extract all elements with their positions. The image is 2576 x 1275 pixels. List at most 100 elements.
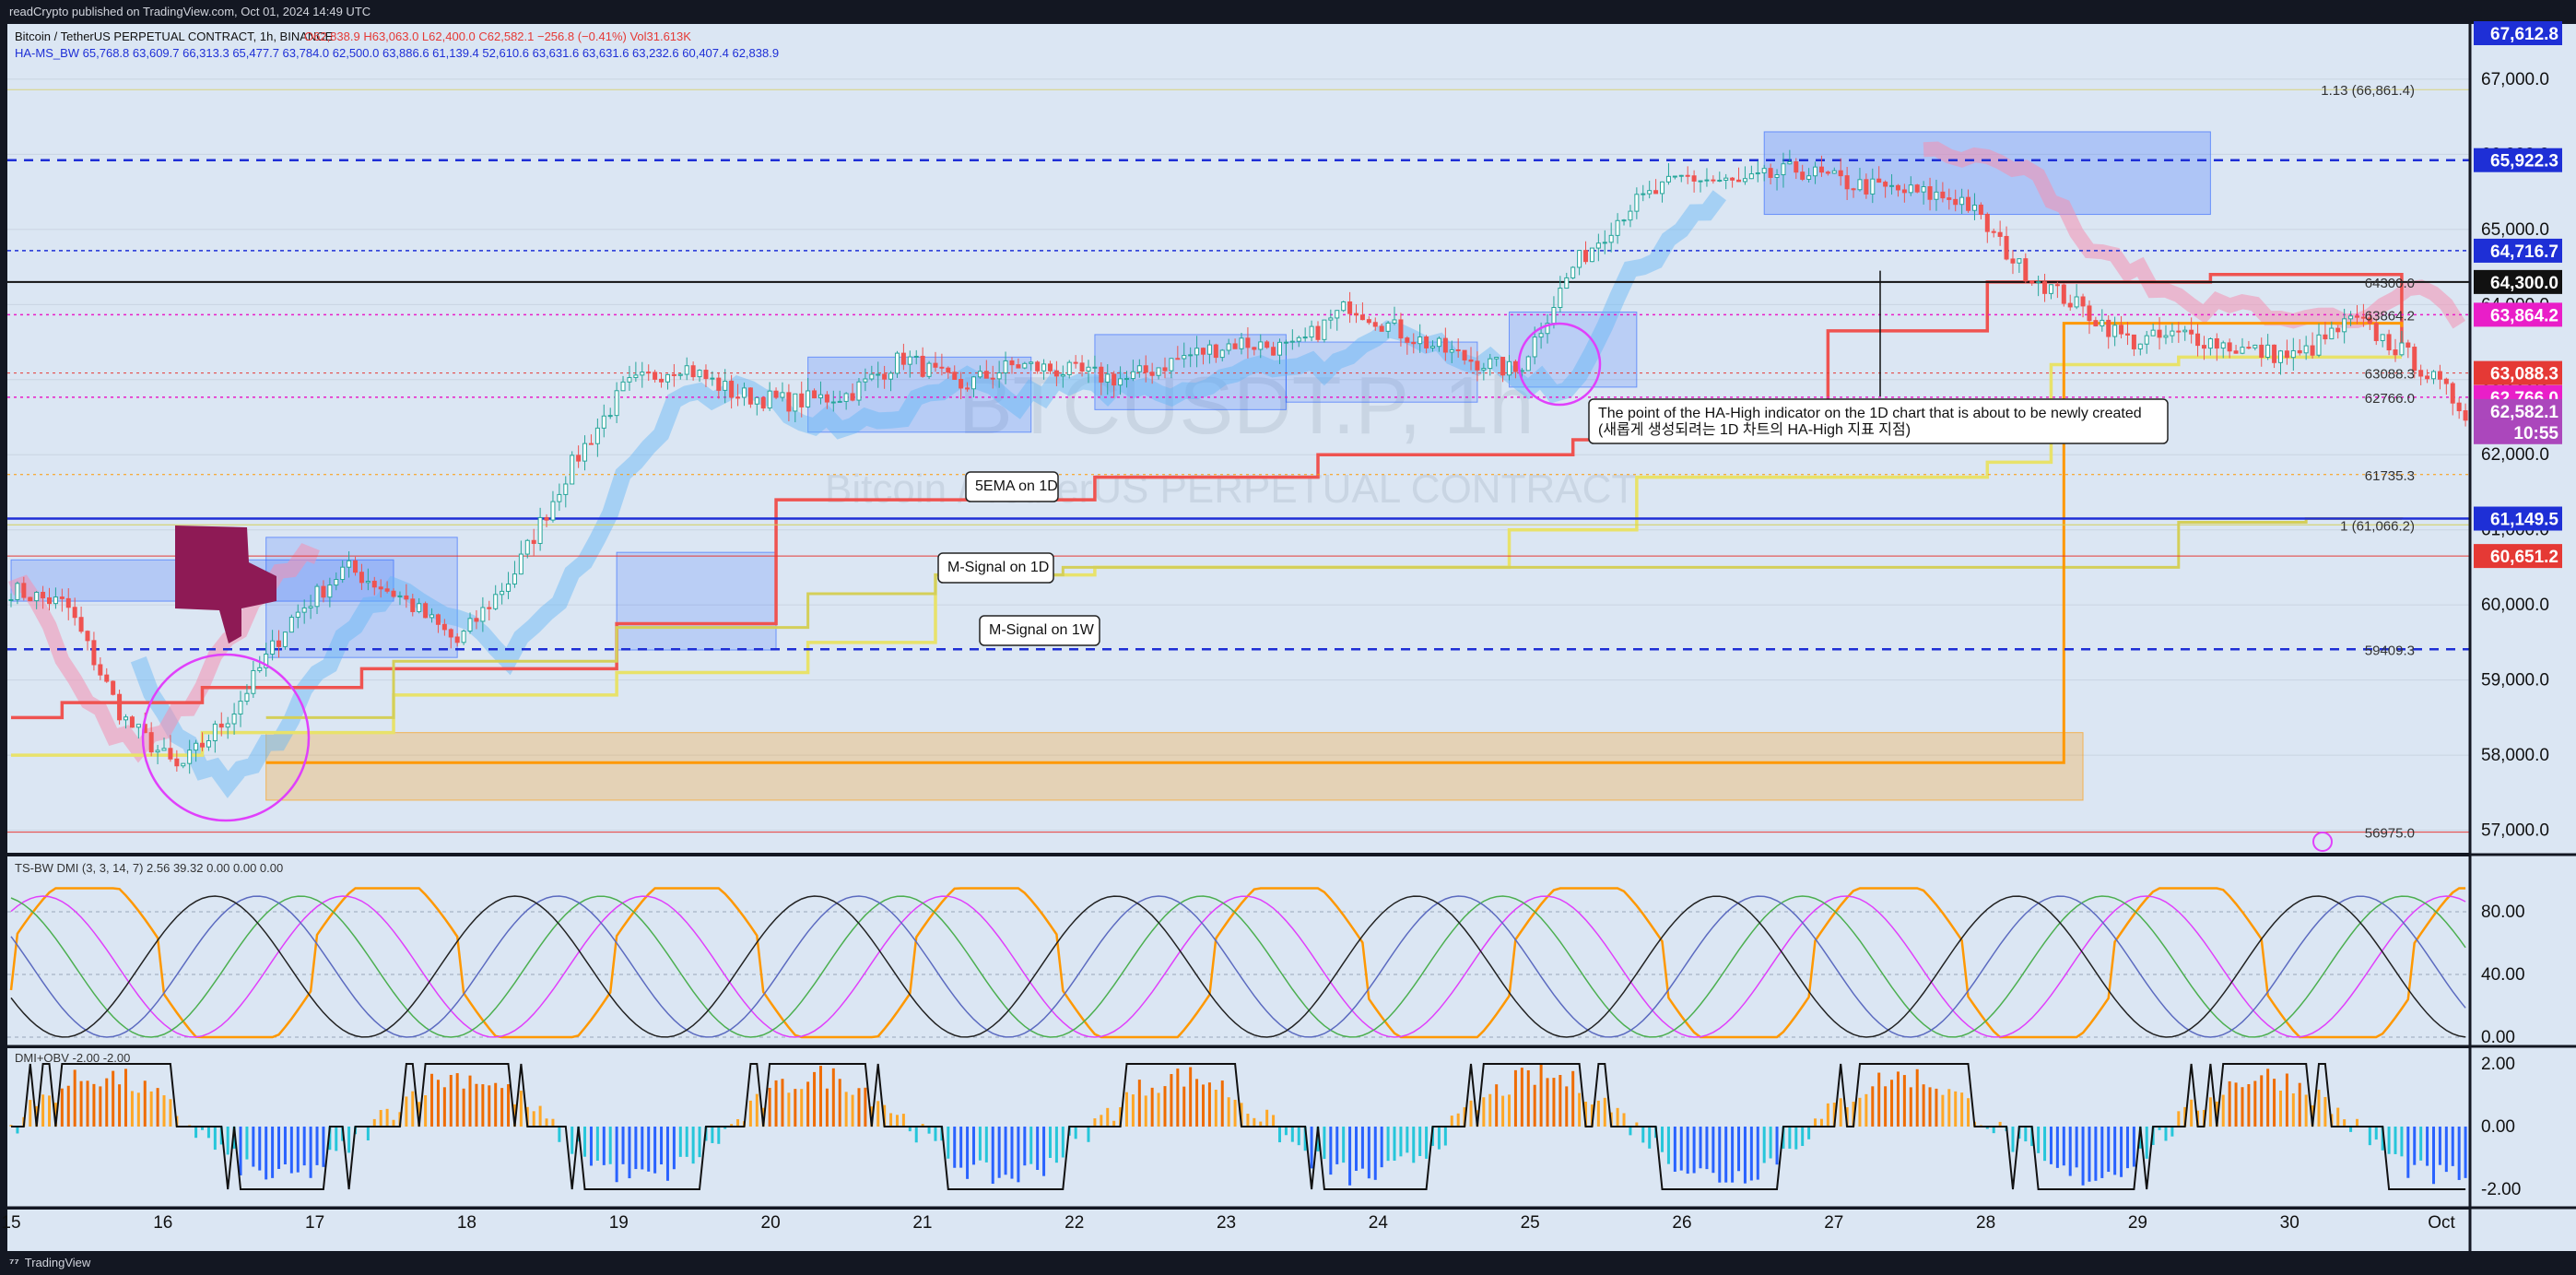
candle-body (1583, 250, 1589, 263)
obv-bar (1265, 1109, 1269, 1127)
level-label: 56975.0 (2365, 826, 2415, 842)
obv-bar (79, 1080, 83, 1127)
candle-body (1156, 367, 1161, 376)
obv-bar (1839, 1098, 1842, 1127)
obv-bar (1323, 1127, 1326, 1160)
candle-body (2348, 315, 2354, 320)
obv-bar (149, 1091, 153, 1127)
candle-body (200, 742, 206, 748)
candle-body (1149, 372, 1155, 376)
candle-body (959, 379, 964, 389)
obv-bar (621, 1127, 625, 1164)
obv-bar (124, 1068, 128, 1127)
candle-body (276, 640, 282, 647)
obv-bar (1469, 1100, 1473, 1127)
obv-bar (1814, 1118, 1817, 1127)
candle-body (270, 640, 276, 655)
obv-bar (2400, 1127, 2404, 1157)
obv-bar (1922, 1084, 1925, 1127)
candle-body (659, 378, 665, 383)
obv-bar (947, 1127, 950, 1159)
candle-body (2259, 344, 2264, 359)
obv-bar (1737, 1127, 1741, 1172)
obv-bar (1482, 1097, 1486, 1127)
candle-body (1768, 168, 1773, 178)
obv-bar (1743, 1127, 1747, 1184)
candle-body (2214, 337, 2219, 349)
time-axis-tick: 29 (2128, 1213, 2147, 1233)
candle-body (1252, 347, 1257, 350)
obv-bar (1399, 1127, 1403, 1157)
price-tag-text: 65,922.3 (2490, 152, 2558, 171)
obv-bar (2113, 1127, 2117, 1175)
obv-bar (608, 1127, 612, 1164)
candle-body (900, 352, 906, 365)
obv-bar (2317, 1090, 2321, 1127)
candle-body (1481, 368, 1487, 371)
candle-body (282, 632, 288, 647)
obv-bar (876, 1101, 880, 1127)
candle-body (627, 377, 632, 383)
candle-body (2029, 280, 2035, 284)
candle-body (697, 370, 702, 378)
obv-bar (934, 1127, 937, 1141)
obv-bar (2247, 1083, 2251, 1127)
candle-body (34, 591, 40, 602)
obv-bar (1526, 1069, 1530, 1127)
candle-body (684, 365, 689, 375)
obv-bar (239, 1127, 242, 1175)
obv-bar (1794, 1127, 1798, 1150)
obv-bar (1360, 1127, 1364, 1169)
candle-body (2112, 325, 2118, 337)
level-label: 61735.3 (2365, 468, 2415, 484)
obv-bar (2043, 1127, 2047, 1162)
candle-body (1742, 178, 1747, 183)
candle-body (168, 748, 173, 760)
obv-bar (755, 1093, 759, 1127)
obv-bar (1233, 1099, 1237, 1127)
obv-bar (583, 1127, 587, 1157)
candle-body (454, 636, 460, 643)
candle-body (1335, 310, 1340, 319)
obv-bar (711, 1127, 714, 1143)
candle-body (2182, 329, 2188, 333)
obv-bar (1227, 1097, 1230, 1127)
price-axis-tick: 58,000.0 (2481, 746, 2549, 765)
obv-bar (1418, 1127, 1422, 1156)
obv-bar (1124, 1092, 1128, 1127)
candle-body (378, 586, 383, 590)
candle-body (2335, 327, 2341, 333)
candle-body (2036, 281, 2041, 284)
candle-body (301, 607, 307, 613)
obv-bar (366, 1127, 370, 1141)
candle-body (607, 415, 613, 418)
level-label: 59409.3 (2365, 643, 2415, 658)
candle-body (1354, 313, 1359, 316)
obv-tick: 0.00 (2481, 1117, 2515, 1137)
candle-body (467, 618, 473, 632)
obv-bar (984, 1127, 988, 1163)
candle-body (1206, 344, 1212, 355)
obv-bar (678, 1127, 682, 1157)
candle-body (2124, 333, 2130, 336)
candle-body (1500, 357, 1506, 376)
obv-bar (156, 1088, 159, 1127)
tradingview-logo-icon[interactable]: ⁷⁷ (9, 1256, 19, 1269)
obv-bar (16, 1127, 19, 1134)
footer-brand[interactable]: TradingView (25, 1256, 91, 1269)
obv-bar (1355, 1127, 1359, 1171)
candle-body (1818, 166, 1824, 173)
obv-bar (1163, 1086, 1167, 1127)
candle-body (2342, 318, 2347, 333)
obv-bar (1284, 1127, 1288, 1136)
price-chart[interactable]: BTCUSDT.P, 1hBitcoin / TetherUS PERPETUA… (0, 0, 2576, 1275)
candle-body (111, 680, 116, 695)
obv-bar (991, 1127, 994, 1185)
time-axis-tick: 21 (912, 1213, 932, 1233)
candle-body (231, 714, 237, 725)
obv-bar (672, 1127, 676, 1170)
candle-body (773, 390, 779, 398)
candle-body (506, 583, 512, 592)
obv-bar (1603, 1097, 1606, 1127)
obv-bar (1278, 1127, 1282, 1143)
